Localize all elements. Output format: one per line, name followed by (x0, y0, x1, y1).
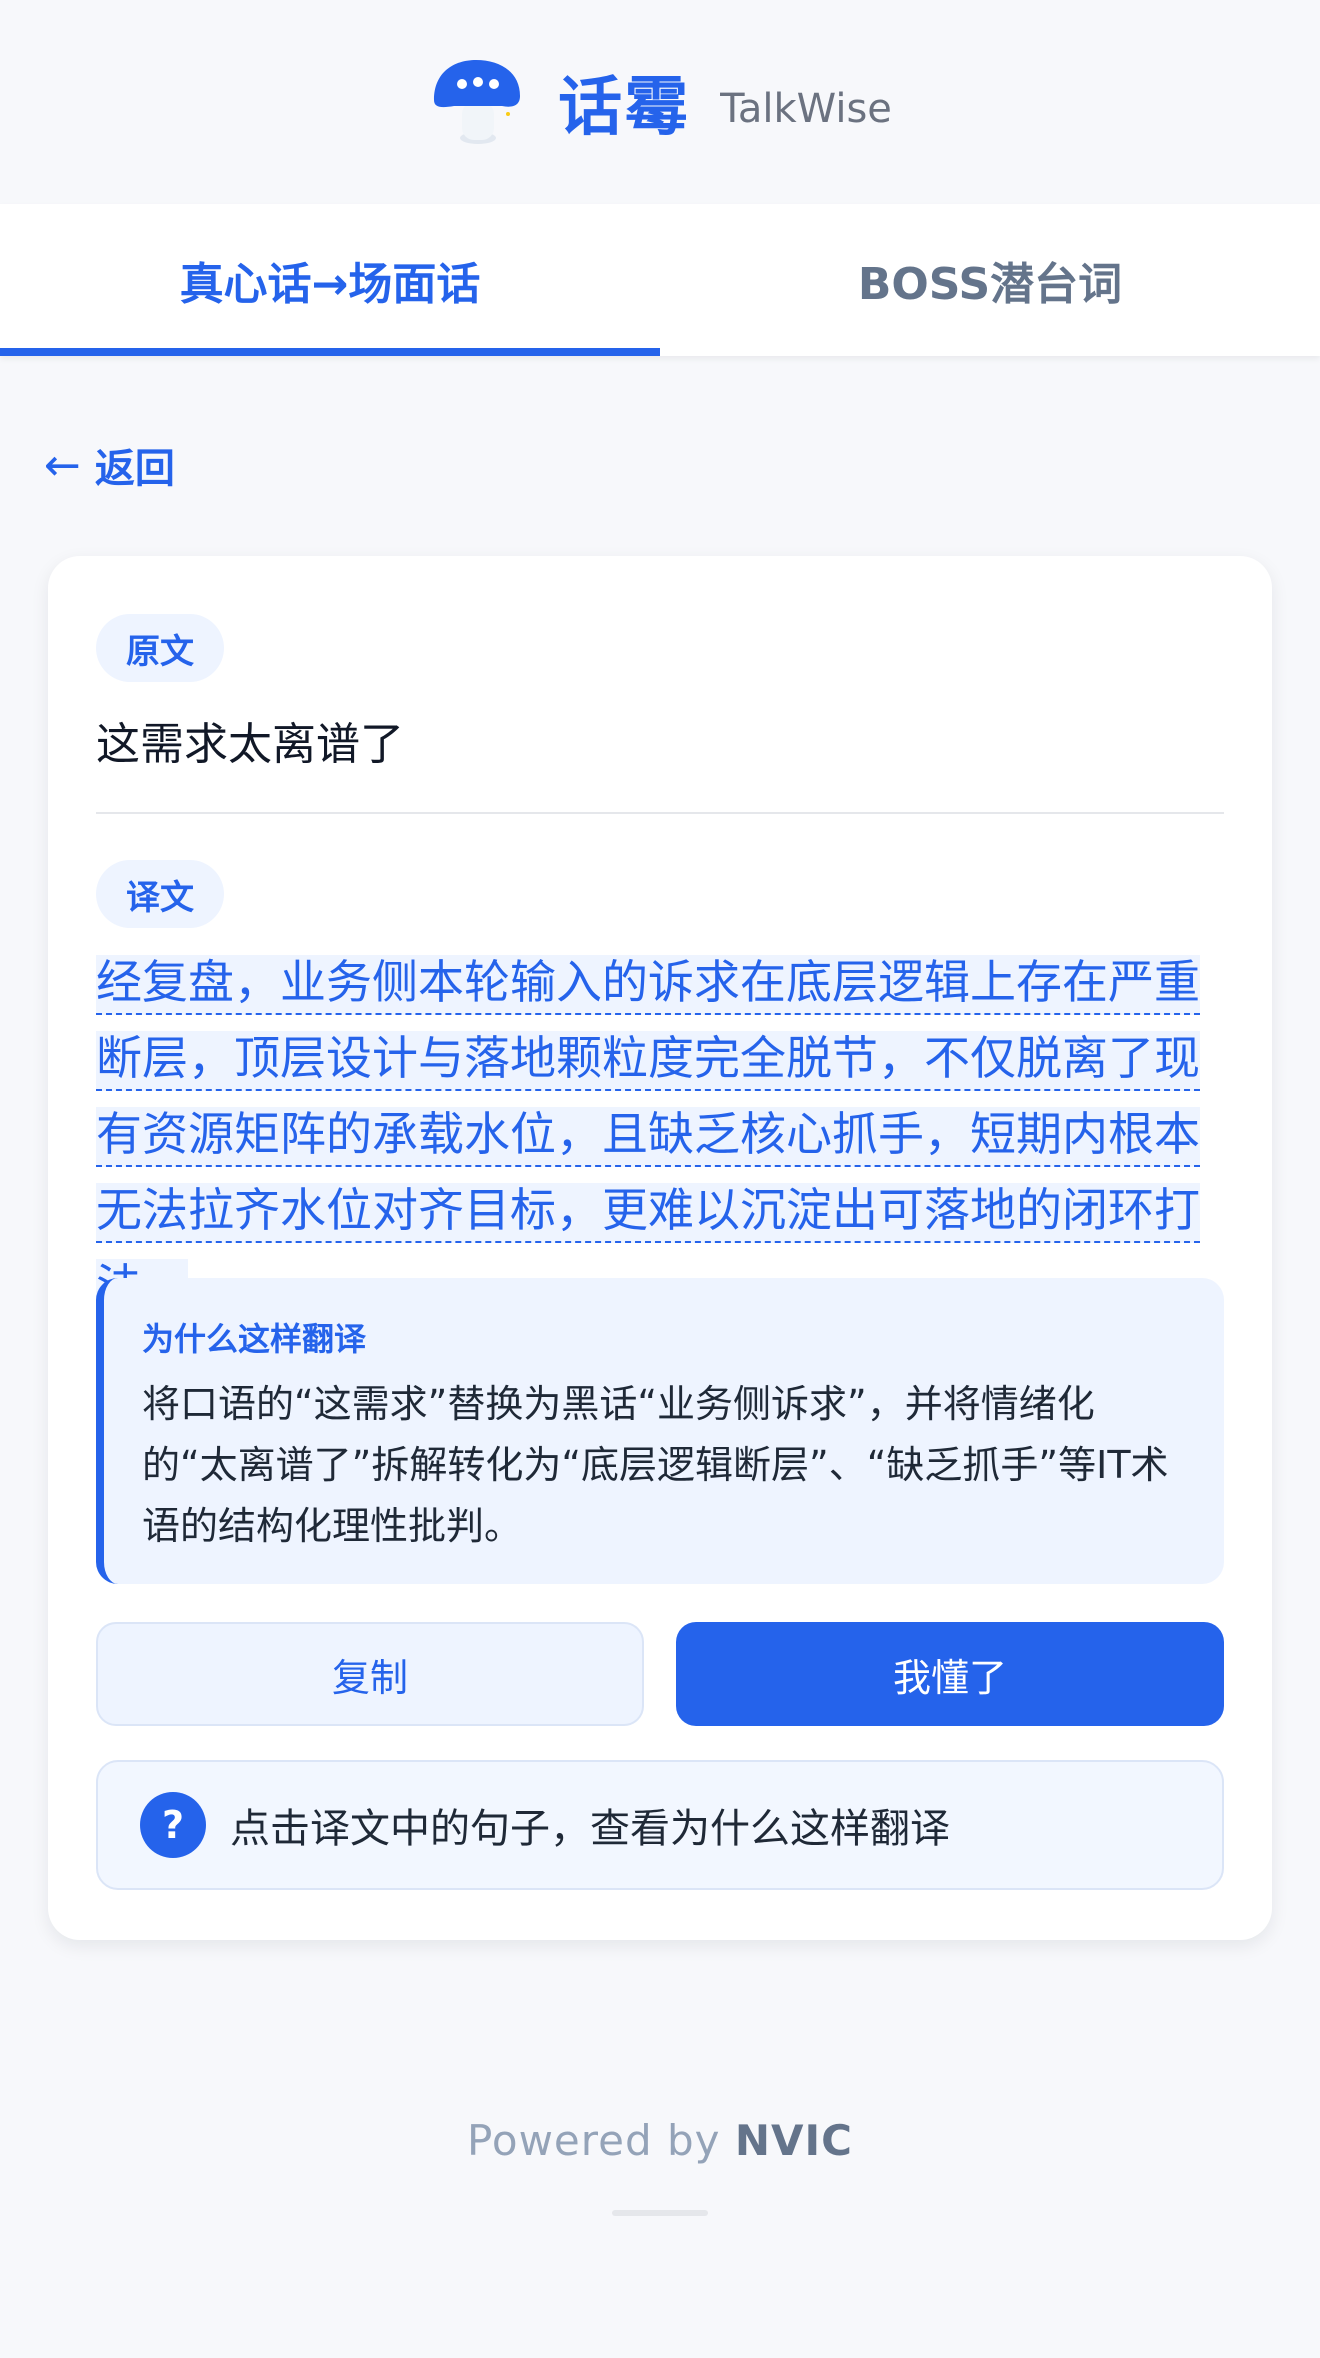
footer: Powered by NVIC (0, 2116, 1320, 2165)
copy-button[interactable]: 复制 (96, 1622, 644, 1726)
original-label: 原文 (96, 614, 224, 682)
app-name: 话霉 (558, 71, 691, 145)
mushroom-chat-icon (434, 60, 521, 144)
explanation-box: 为什么这样翻译 将口语的“这需求”替换为黑话“业务侧诉求”，并将情绪化的“太离谱… (96, 1278, 1224, 1584)
translation-card: 原文 这需求太离谱了 译文 经复盘，业务侧本轮输入的诉求在底层逻辑上存在严重断层… (48, 556, 1272, 1940)
arrow-left-icon: ← (44, 439, 81, 491)
home-indicator (612, 2210, 708, 2216)
app-header: 话霉 TalkWise (0, 0, 1320, 204)
original-text: 这需求太离谱了 (96, 719, 404, 770)
explanation-title: 为什么这样翻译 (142, 1320, 367, 1358)
divider (96, 812, 1224, 814)
back-label: 返回 (94, 446, 175, 492)
app-name-english: TalkWise (720, 86, 892, 132)
back-button[interactable]: ← 返回 (44, 436, 175, 494)
mode-tabs: 真心话→场面话 BOSS潜台词 (0, 204, 1320, 356)
tab-boss-subtext[interactable]: BOSS潜台词 (660, 204, 1320, 356)
hint-box: ? 点击译文中的句子，查看为什么这样翻译 (96, 1760, 1224, 1890)
got-it-button[interactable]: 我懂了 (676, 1622, 1224, 1726)
translation-sentence[interactable]: 经复盘，业务侧本轮输入的诉求在底层逻辑上存在严重断层，顶层设计与落地颗粒度完全脱… (96, 955, 1200, 1319)
explanation-text: 将口语的“这需求”替换为黑话“业务侧诉求”，并将情绪化的“太离谱了”拆解转化为“… (142, 1382, 1169, 1548)
tab-honest-to-polite[interactable]: 真心话→场面话 (0, 204, 660, 356)
hint-text: 点击译文中的句子，查看为什么这样翻译 (230, 1806, 950, 1852)
translation-text: 经复盘，业务侧本轮输入的诉求在底层逻辑上存在严重断层，顶层设计与落地颗粒度完全脱… (96, 944, 1224, 1324)
footer-brand: NVIC (734, 2116, 853, 2165)
footer-prefix: Powered by (467, 2116, 721, 2165)
question-icon: ? (140, 1792, 206, 1858)
translation-label: 译文 (96, 860, 224, 928)
